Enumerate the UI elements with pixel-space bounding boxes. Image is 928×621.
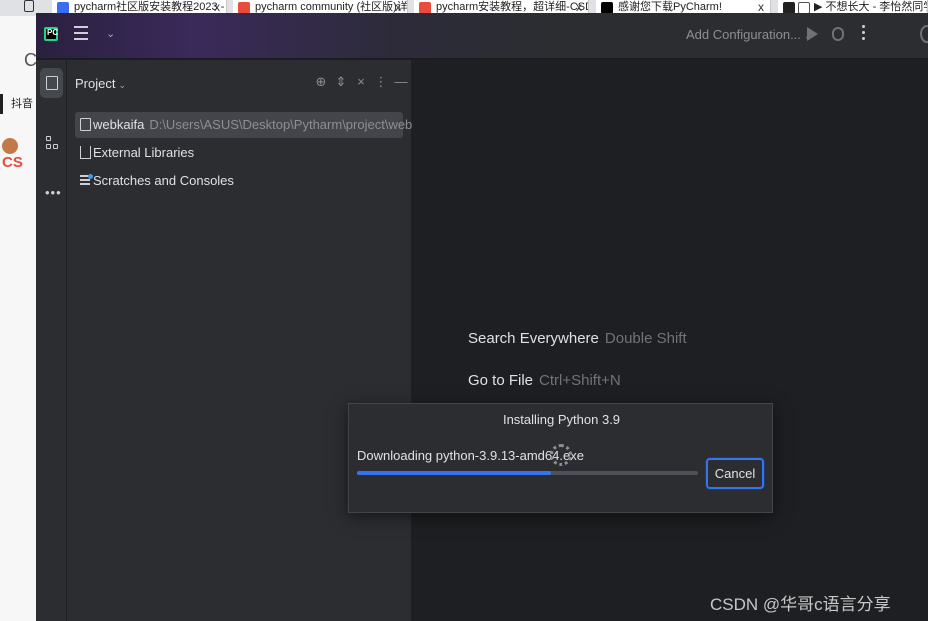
dialog-title: Installing Python 3.9 bbox=[502, 412, 621, 427]
hint-go-to-file: Go to File Ctrl+Shift+N bbox=[468, 372, 621, 389]
project-tool-button[interactable] bbox=[40, 68, 63, 98]
run-icon[interactable] bbox=[807, 27, 818, 41]
douyin-bookmark[interactable]: 抖音 bbox=[0, 94, 36, 114]
collapse-icon[interactable]: × bbox=[351, 74, 371, 89]
structure-tool-button[interactable] bbox=[40, 128, 63, 158]
pycharm-logo-icon: PC bbox=[44, 27, 58, 41]
watermark: CSDN @华哥c语言分享 bbox=[710, 595, 891, 614]
bug-icon[interactable] bbox=[832, 27, 844, 41]
more-vertical-icon[interactable] bbox=[862, 25, 866, 43]
avatar-icon bbox=[2, 138, 18, 155]
progress-bar bbox=[357, 471, 698, 475]
title-bar: PC ⌄ Add Configuration... ⌄ bbox=[36, 13, 928, 59]
tree-item-external-libraries[interactable]: External Libraries bbox=[75, 140, 403, 166]
project-panel: Project ⌄ ⊕ ⇕ × ⋮ — webkaifa D:\Users\ASUS\Des… bbox=[67, 60, 440, 621]
tool-window-stripe: ••• bbox=[36, 60, 67, 621]
add-configuration-button[interactable]: Add Configuration... ⌄ bbox=[686, 27, 811, 42]
library-icon bbox=[80, 146, 91, 159]
cancel-button[interactable]: Cancel bbox=[706, 458, 764, 489]
more-icon[interactable]: ⋮ bbox=[371, 74, 391, 90]
spinner-icon bbox=[550, 444, 572, 466]
expand-icon[interactable]: ⇕ bbox=[331, 74, 351, 90]
hamburger-icon[interactable] bbox=[74, 26, 88, 42]
csdn-logo: CS bbox=[2, 137, 36, 171]
browser-page-left: C 抖音 CS bbox=[0, 16, 37, 621]
editor-area: Search Everywhere Double Shift Go to File… bbox=[412, 60, 928, 621]
progress-fill bbox=[357, 471, 552, 475]
tree-item-webkaifa[interactable]: webkaifa D:\Users\ASUS\Desktop\Pytharm\pr… bbox=[75, 112, 440, 138]
structure-icon bbox=[46, 136, 58, 150]
tab-overview-icon[interactable] bbox=[24, 0, 34, 12]
more-horizontal-icon: ••• bbox=[45, 185, 62, 200]
folder-icon bbox=[46, 76, 58, 90]
project-panel-title[interactable]: Project ⌄ bbox=[75, 76, 126, 91]
install-python-dialog: Installing Python 3.9 Downloading python… bbox=[348, 403, 773, 513]
hint-search-everywhere: Search Everywhere Double Shift bbox=[468, 330, 687, 347]
chevron-down-icon: ⌄ bbox=[118, 80, 127, 90]
chevron-down-icon[interactable]: ⌄ bbox=[106, 27, 115, 40]
tree-item-scratches[interactable]: Scratches and Consoles bbox=[75, 168, 403, 194]
folder-icon bbox=[80, 118, 91, 131]
more-tools-button[interactable]: ••• bbox=[40, 172, 63, 202]
minimize-icon[interactable]: — bbox=[391, 74, 411, 89]
project-header-toolbar: ⊕ ⇕ × ⋮ — bbox=[311, 74, 411, 90]
pycharm-window: PC ⌄ Add Configuration... ⌄ ••• Project ⌄ … bbox=[36, 13, 928, 621]
scratches-icon bbox=[80, 174, 93, 186]
locate-icon[interactable]: ⊕ bbox=[311, 74, 331, 90]
search-icon[interactable] bbox=[920, 25, 928, 43]
